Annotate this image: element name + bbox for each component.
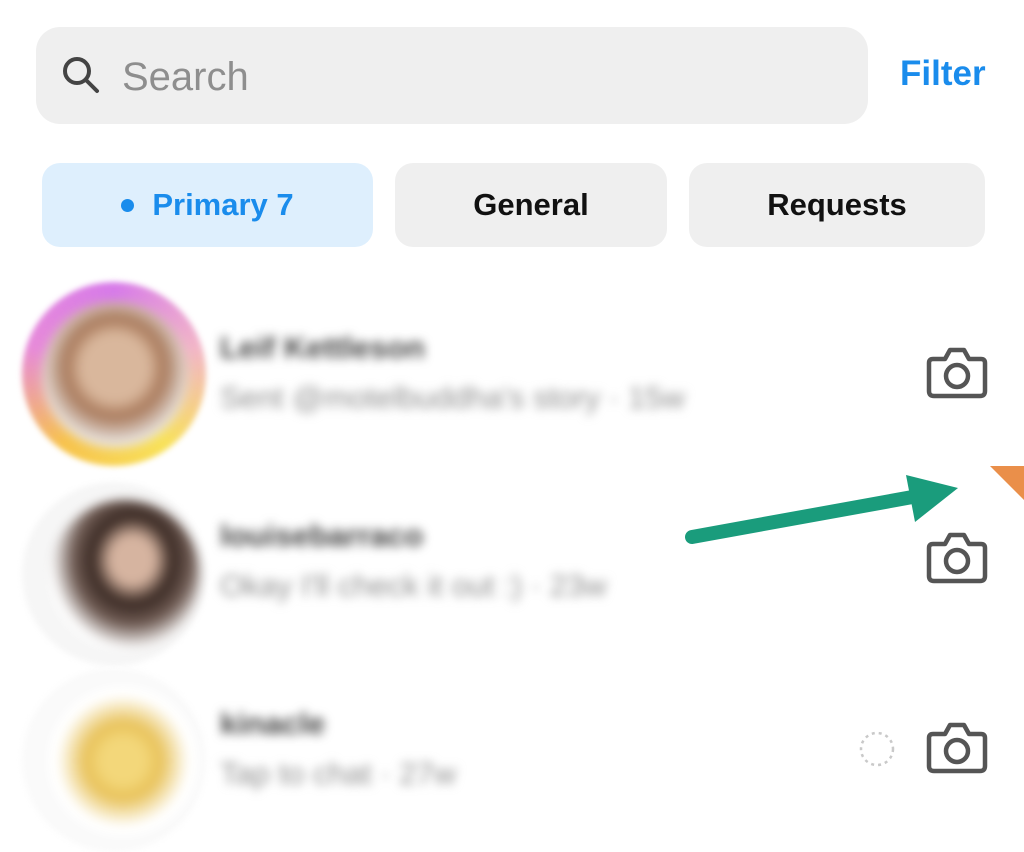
search-icon	[63, 57, 99, 93]
loading-icon	[859, 731, 895, 767]
search-input[interactable]	[120, 46, 824, 108]
message-preview: Sent @motelbuddha's story · 15w	[220, 380, 685, 415]
avatar[interactable]	[48, 686, 198, 836]
avatar[interactable]	[42, 302, 188, 448]
tab-primary[interactable]: Primary 7	[42, 163, 373, 247]
message-preview: Tap to chat · 27w	[220, 756, 457, 791]
filter-button[interactable]: Filter	[900, 54, 986, 94]
conversation-name: louisebarraco	[220, 518, 424, 553]
camera-icon[interactable]	[925, 720, 989, 776]
tab-general-label: General	[473, 187, 589, 222]
tab-primary-label: Primary 7	[152, 187, 294, 222]
conversation-row[interactable]: louisebarraco Okay I'll check it out :) …	[0, 470, 1024, 666]
unread-dot-icon	[121, 198, 135, 212]
avatar[interactable]	[50, 500, 200, 650]
message-preview: Okay I'll check it out :) · 23w	[220, 568, 607, 603]
camera-icon[interactable]	[925, 530, 989, 586]
conversation-name: Leif Kettleson	[220, 330, 425, 365]
camera-icon[interactable]	[925, 345, 989, 401]
conversation-row[interactable]: kinacle Tap to chat · 27w	[0, 658, 1024, 852]
tab-requests[interactable]: Requests	[689, 163, 985, 247]
tab-requests-label: Requests	[767, 187, 907, 222]
tab-general[interactable]: General	[395, 163, 667, 247]
conversation-row[interactable]: Leif Kettleson Sent @motelbuddha's story…	[0, 282, 1024, 466]
conversation-name: kinacle	[220, 706, 326, 741]
